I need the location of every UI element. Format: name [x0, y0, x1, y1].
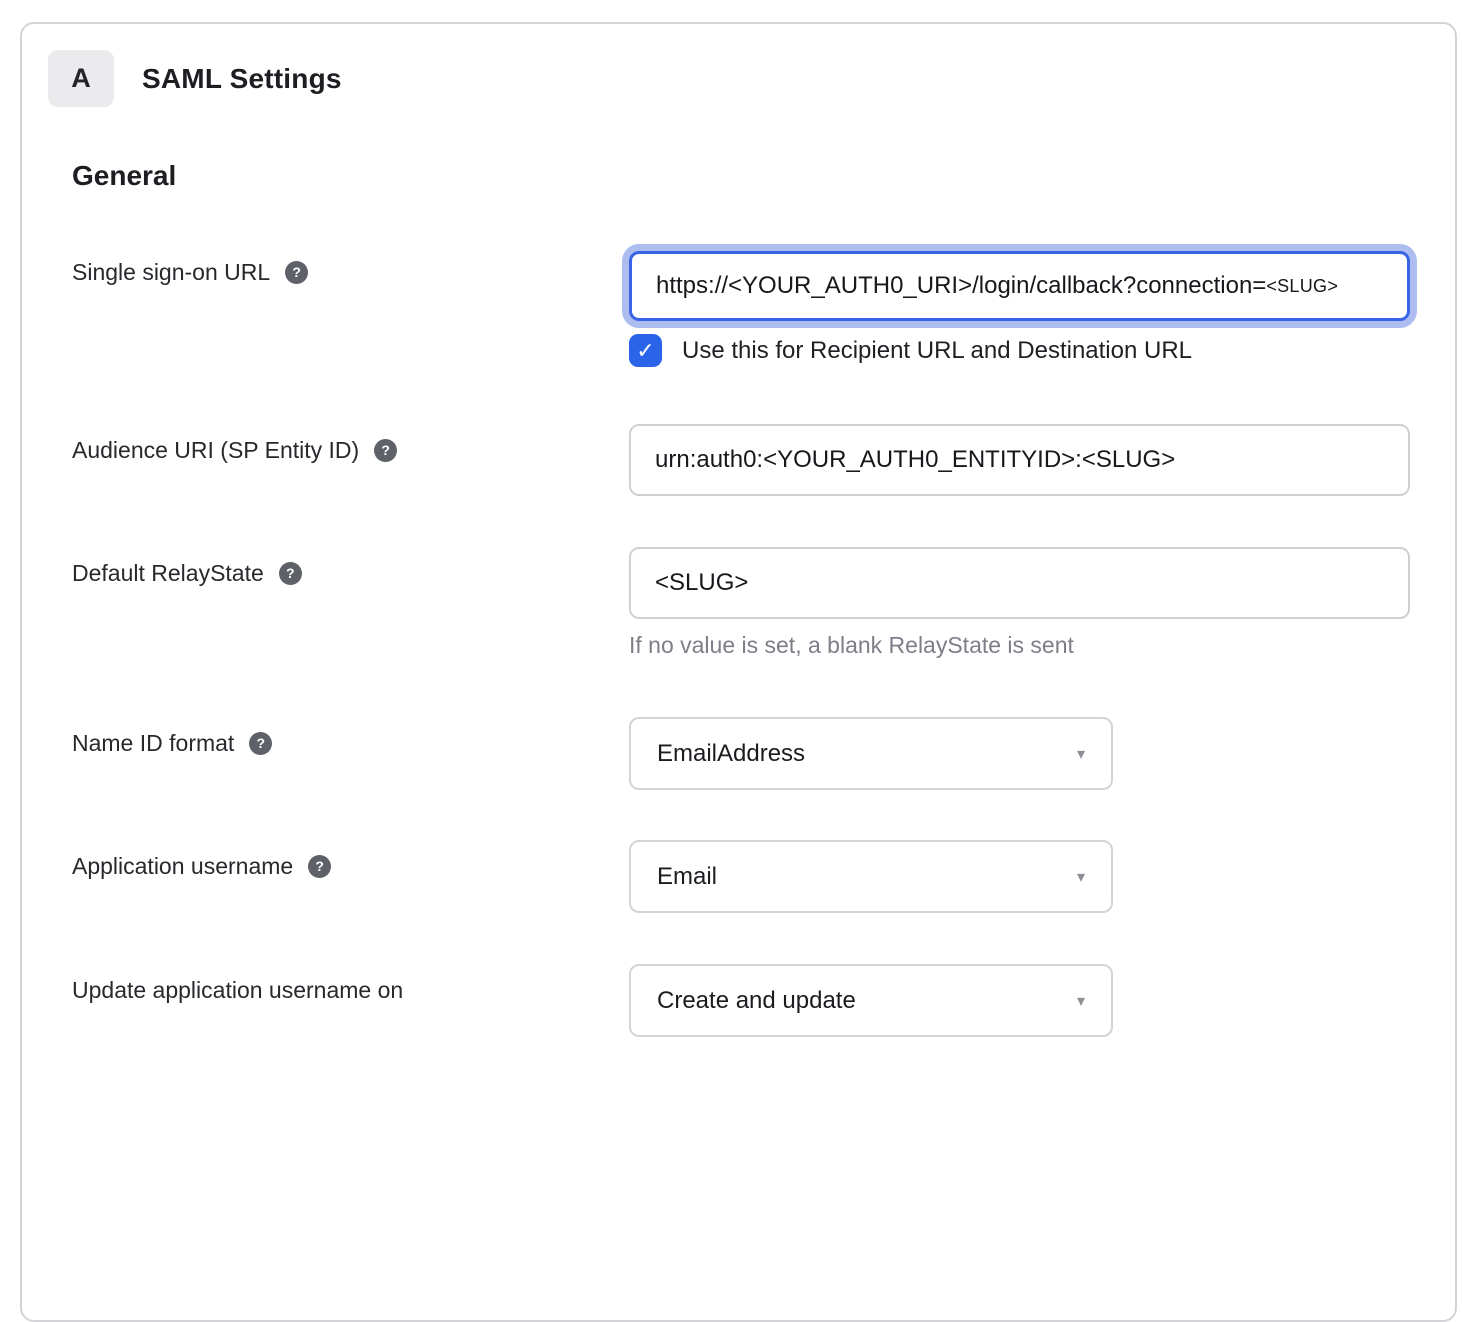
- application-username-value: Email: [657, 863, 717, 891]
- single-sign-on-url-label: Single sign-on URL ?: [72, 246, 629, 286]
- default-relaystate-label: Default RelayState ?: [72, 547, 629, 587]
- application-username-label-text: Application username: [72, 852, 293, 880]
- row-default-relaystate: Default RelayState ? If no value is set,…: [72, 547, 1455, 659]
- row-application-username: Application username ? Email ▾: [72, 840, 1455, 913]
- relaystate-hint-text: If no value is set, a blank RelayState i…: [629, 632, 1410, 659]
- row-name-id-format: Name ID format ? EmailAddress ▾: [72, 717, 1455, 790]
- name-id-format-label: Name ID format ?: [72, 717, 629, 757]
- general-section-title: General: [72, 160, 1455, 192]
- single-sign-on-url-value: https://<YOUR_AUTH0_URI>/login/callback?…: [656, 272, 1266, 300]
- single-sign-on-url-slug: <SLUG>: [1266, 276, 1338, 297]
- row-update-application-username: Update application username on Create an…: [72, 964, 1455, 1037]
- name-id-format-select[interactable]: EmailAddress ▾: [629, 717, 1113, 790]
- help-icon[interactable]: ?: [285, 261, 308, 284]
- saml-settings-form: Single sign-on URL ? https://<YOUR_AUTH0…: [72, 246, 1455, 1037]
- application-username-label: Application username ?: [72, 840, 629, 880]
- help-icon[interactable]: ?: [279, 562, 302, 585]
- page-title: SAML Settings: [142, 63, 342, 95]
- name-id-format-label-text: Name ID format: [72, 729, 234, 757]
- update-application-username-label: Update application username on: [72, 964, 629, 1004]
- update-application-username-select[interactable]: Create and update ▾: [629, 964, 1113, 1037]
- recipient-url-checkbox[interactable]: ✓: [629, 334, 662, 367]
- default-relaystate-input[interactable]: [629, 547, 1410, 619]
- step-badge: A: [48, 50, 114, 107]
- chevron-down-icon: ▾: [1077, 991, 1085, 1011]
- saml-settings-card: A SAML Settings General Single sign-on U…: [20, 22, 1457, 1322]
- name-id-format-value: EmailAddress: [657, 740, 805, 768]
- row-single-sign-on-url: Single sign-on URL ? https://<YOUR_AUTH0…: [72, 246, 1455, 367]
- single-sign-on-url-input[interactable]: https://<YOUR_AUTH0_URI>/login/callback?…: [629, 251, 1410, 321]
- recipient-url-checkbox-row: ✓ Use this for Recipient URL and Destina…: [629, 334, 1410, 367]
- card-header: A SAML Settings: [48, 50, 1455, 107]
- update-application-username-value: Create and update: [657, 987, 856, 1015]
- row-audience-uri: Audience URI (SP Entity ID) ?: [72, 424, 1455, 496]
- help-icon[interactable]: ?: [374, 439, 397, 462]
- checkmark-icon: ✓: [636, 338, 654, 364]
- audience-uri-label: Audience URI (SP Entity ID) ?: [72, 424, 629, 464]
- recipient-url-checkbox-label: Use this for Recipient URL and Destinati…: [682, 337, 1192, 365]
- default-relaystate-label-text: Default RelayState: [72, 559, 264, 587]
- audience-uri-input[interactable]: [629, 424, 1410, 496]
- help-icon[interactable]: ?: [249, 732, 272, 755]
- single-sign-on-url-label-text: Single sign-on URL: [72, 258, 270, 286]
- update-application-username-label-text: Update application username on: [72, 976, 403, 1004]
- chevron-down-icon: ▾: [1077, 867, 1085, 887]
- application-username-select[interactable]: Email ▾: [629, 840, 1113, 913]
- help-icon[interactable]: ?: [308, 855, 331, 878]
- audience-uri-label-text: Audience URI (SP Entity ID): [72, 436, 359, 464]
- chevron-down-icon: ▾: [1077, 744, 1085, 764]
